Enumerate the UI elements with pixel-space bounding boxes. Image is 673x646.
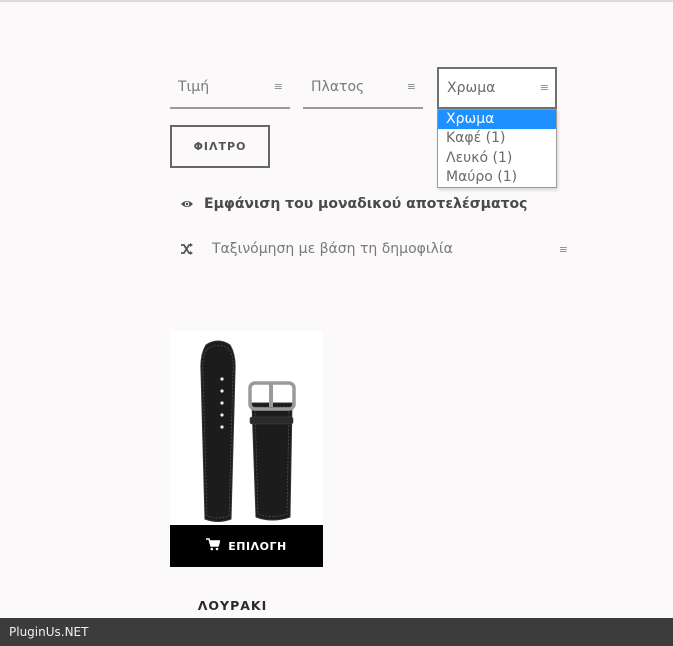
top-border: [0, 0, 673, 2]
color-select-label: Χρωμα: [447, 80, 496, 96]
orderby-select[interactable]: Ταξινόμηση με βάση τη δημοφιλία ≡: [170, 235, 570, 265]
footer-text: PluginUs.NET: [9, 625, 89, 639]
select-options-label: ΕΠΙΛΟΓΗ: [228, 539, 287, 553]
width-select[interactable]: Πλατος ≡: [303, 67, 423, 109]
color-option[interactable]: Λευκό (1): [438, 149, 556, 168]
filter-button[interactable]: ΦΙΛΤΡΟ: [170, 125, 270, 168]
color-option[interactable]: Καφέ (1): [438, 129, 556, 148]
price-select[interactable]: Τιμή ≡: [170, 67, 290, 109]
select-arrows-icon: ≡: [406, 80, 416, 93]
select-arrows-icon: ≡: [273, 80, 283, 93]
orderby-label: Ταξινόμηση με βάση τη δημοφιλία: [212, 241, 453, 257]
select-options-button[interactable]: ΕΠΙΛΟΓΗ: [170, 525, 323, 567]
width-select-label: Πλατος: [311, 79, 365, 95]
shuffle-icon: [180, 242, 194, 256]
color-option[interactable]: Μαύρο (1): [438, 168, 556, 187]
footer-bar: PluginUs.NET: [0, 618, 673, 646]
color-dropdown-list: Χρωμα Καφέ (1) Λευκό (1) Μαύρο (1): [437, 109, 557, 188]
select-arrows-icon: ≡: [558, 243, 568, 256]
result-count: Εμφάνιση του μοναδικού αποτελέσματος: [180, 196, 527, 212]
price-select-label: Τιμή: [178, 79, 210, 95]
color-select[interactable]: Χρωμα ≡: [437, 67, 557, 109]
product-title[interactable]: ΛΟΥΡΑΚΙ: [170, 598, 295, 613]
product-image[interactable]: [170, 331, 323, 525]
color-option[interactable]: Χρωμα: [438, 110, 556, 130]
select-arrows-icon: ≡: [539, 81, 549, 94]
eye-icon: [180, 197, 194, 211]
result-count-text: Εμφάνιση του μοναδικού αποτελέσματος: [204, 196, 528, 212]
cart-icon: [206, 538, 221, 554]
